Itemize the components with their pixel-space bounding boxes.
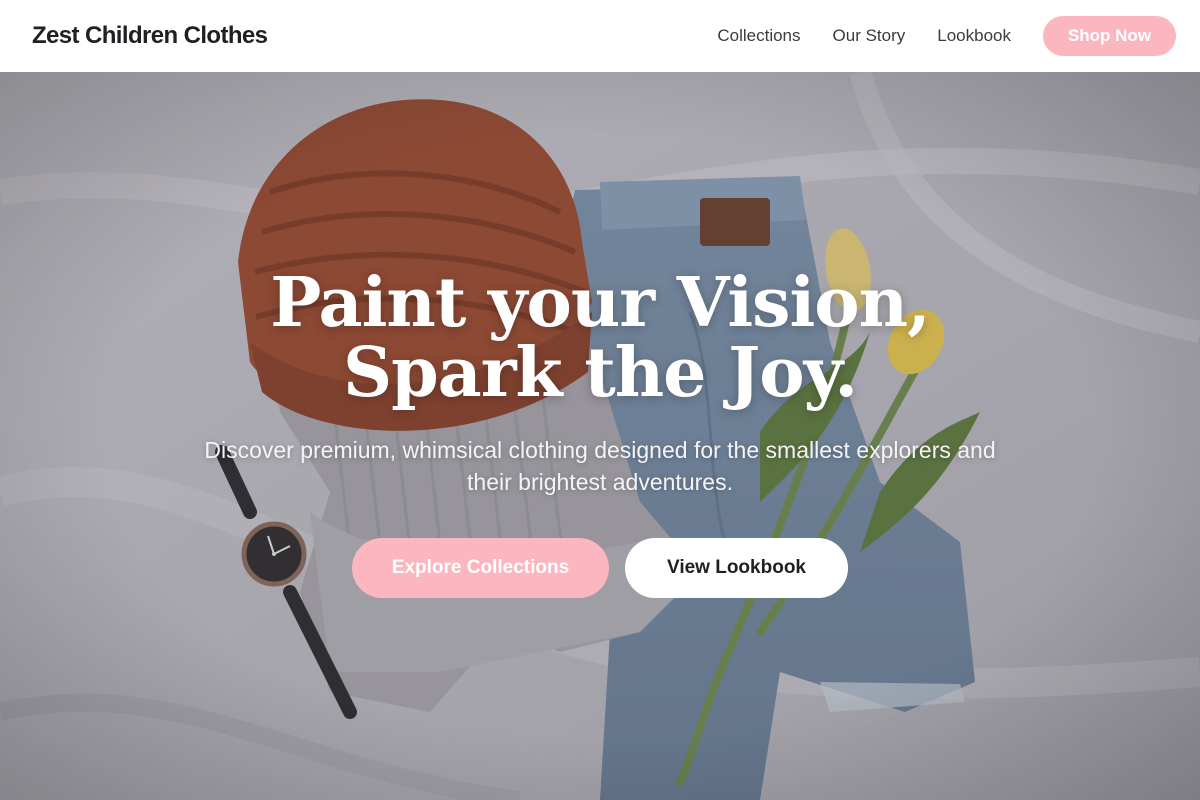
nav-links: Collections Our Story Lookbook Shop Now: [685, 16, 1176, 56]
brand-logo[interactable]: Zest Children Clothes: [32, 22, 268, 50]
hero-content: Paint your Vision, Spark the Joy. Discov…: [0, 72, 1200, 800]
top-navbar: Zest Children Clothes Collections Our St…: [0, 0, 1200, 72]
hero-section: Paint your Vision, Spark the Joy. Discov…: [0, 72, 1200, 800]
view-lookbook-button[interactable]: View Lookbook: [625, 538, 848, 598]
hero-subtitle: Discover premium, whimsical clothing des…: [204, 437, 996, 495]
nav-link-collections[interactable]: Collections: [717, 26, 800, 46]
shop-now-button[interactable]: Shop Now: [1043, 16, 1176, 56]
hero-title: Paint your Vision, Spark the Joy.: [270, 263, 931, 413]
explore-collections-button[interactable]: Explore Collections: [352, 538, 609, 598]
nav-link-our-story[interactable]: Our Story: [833, 26, 906, 46]
nav-link-lookbook[interactable]: Lookbook: [937, 26, 1011, 46]
